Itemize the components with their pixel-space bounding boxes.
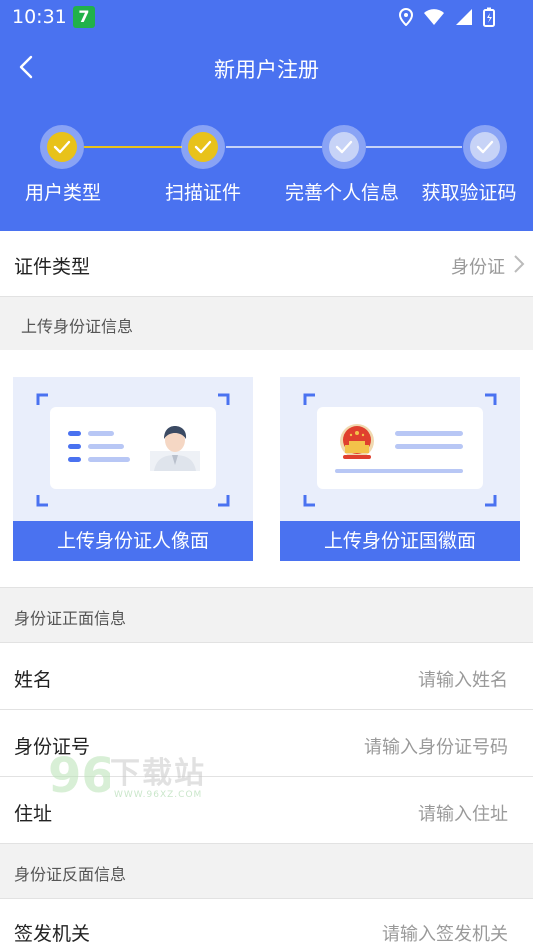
check-icon — [53, 140, 71, 154]
authority-input[interactable]: 请输入签发机关 — [382, 920, 508, 946]
id-number-input[interactable]: 请输入身份证号码 — [364, 733, 508, 759]
doc-type-label: 证件类型 — [14, 256, 91, 278]
step-indicator-done — [181, 125, 225, 169]
page-title: 新用户注册 — [214, 58, 319, 82]
upload-front-card[interactable]: 上传身份证人像面 — [13, 377, 253, 561]
nav-bar: 新用户注册 — [0, 44, 533, 92]
check-icon — [335, 140, 353, 154]
back-section-header: 身份证反面信息 — [0, 844, 533, 898]
address-field-label: 住址 — [14, 803, 53, 825]
wifi-icon — [424, 9, 444, 25]
status-time: 10:31 — [12, 6, 67, 28]
front-section-title: 身份证正面信息 — [14, 609, 127, 628]
step-connector — [226, 146, 322, 148]
upload-emblem-button[interactable]: 上传身份证国徽面 — [280, 521, 520, 561]
upload-portrait-button[interactable]: 上传身份证人像面 — [13, 521, 253, 561]
front-section-header: 身份证正面信息 — [0, 588, 533, 642]
step-label-scan-document: 扫描证件 — [164, 182, 242, 204]
step-label-personal-info: 完善个人信息 — [284, 182, 400, 204]
back-section-title: 身份证反面信息 — [14, 865, 127, 884]
authority-field-label: 签发机关 — [14, 923, 91, 945]
address-input[interactable]: 请输入住址 — [418, 800, 508, 826]
svg-text:96: 96 — [48, 748, 110, 804]
upload-section-header: 上传身份证信息 — [0, 297, 533, 350]
person-portrait-icon — [150, 426, 200, 471]
watermark-text: 下载站 — [110, 756, 206, 791]
status-bar: 10:31 7 — [0, 0, 533, 36]
text-lines-icon — [335, 431, 463, 473]
upload-back-card[interactable]: 上传身份证国徽面 — [280, 377, 520, 561]
header: 10:31 7 新用户注册 用户类型 扫描证件 完善个人信息 获取验证码 — [0, 0, 533, 231]
step-indicator-pending — [463, 125, 507, 169]
step-connector — [84, 146, 182, 148]
watermark-logo-icon: 96 — [48, 748, 110, 804]
step-indicator-done — [40, 125, 84, 169]
step-connector — [366, 146, 462, 148]
step-indicator-pending — [322, 125, 366, 169]
doc-type-row[interactable]: 证件类型 身份证 — [0, 231, 533, 296]
check-icon — [476, 140, 494, 154]
site-watermark: 96 下载站 WWW.96XZ.COM — [48, 742, 218, 806]
signal-icon — [456, 9, 472, 25]
location-icon — [399, 8, 413, 26]
watermark-url: WWW.96XZ.COM — [114, 790, 203, 800]
authority-field-row[interactable]: 签发机关 请输入签发机关 — [0, 899, 533, 947]
progress-stepper: 用户类型 扫描证件 完善个人信息 获取验证码 — [0, 125, 533, 225]
app-notification-badge: 7 — [73, 6, 95, 28]
doc-type-value: 身份证 — [451, 257, 505, 278]
upload-area: 上传身份证人像面 上传身份证国徽面 — [0, 350, 533, 587]
chevron-right-icon — [514, 255, 525, 273]
battery-icon — [483, 7, 495, 27]
name-field-label: 姓名 — [14, 669, 53, 691]
id-card-emblem-illustration — [317, 407, 483, 489]
check-icon — [194, 140, 212, 154]
status-icons — [399, 7, 495, 27]
name-input[interactable]: 请输入姓名 — [418, 666, 508, 692]
step-label-user-type: 用户类型 — [24, 182, 102, 204]
name-field-row[interactable]: 姓名 请输入姓名 — [0, 643, 533, 709]
step-label-verification-code: 获取验证码 — [421, 182, 517, 204]
id-card-portrait-illustration — [50, 407, 216, 489]
upload-section-title: 上传身份证信息 — [21, 317, 134, 336]
text-lines-icon — [68, 431, 130, 462]
